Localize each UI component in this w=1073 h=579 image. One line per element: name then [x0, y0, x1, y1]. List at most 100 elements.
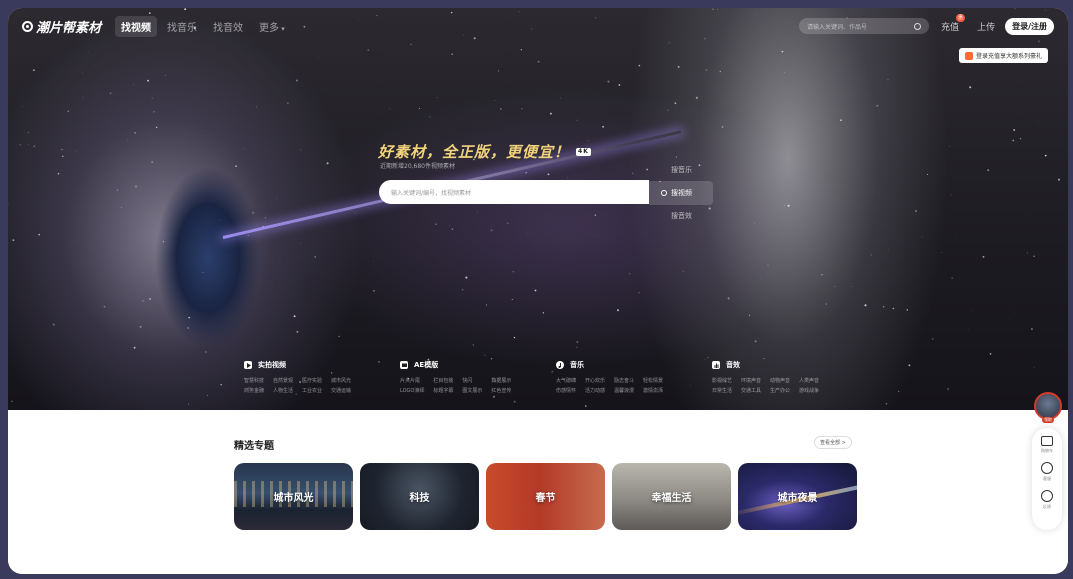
category-title[interactable]: 实拍视频: [244, 360, 400, 370]
login-button[interactable]: 登录/注册: [1005, 17, 1054, 35]
category-link[interactable]: 数据展示: [491, 377, 511, 384]
star: [760, 278, 762, 280]
category-link[interactable]: 激情澎湃: [643, 387, 663, 394]
category-link[interactable]: 标题字幕: [433, 387, 453, 394]
star: [705, 69, 708, 71]
browser-frame: 潮片帮素材 找视频 找音乐 找音效 更多 请输入关键词、作品号 充值 惠 上传 …: [8, 8, 1068, 574]
category-link[interactable]: 智慧科技: [244, 377, 264, 384]
category-link[interactable]: 商务金融: [244, 387, 264, 394]
search-option-music[interactable]: 搜音乐: [649, 159, 713, 181]
headset-icon: [1041, 462, 1053, 474]
category-link[interactable]: 轻松情景: [643, 377, 663, 384]
search-option-video[interactable]: 搜视频: [649, 181, 713, 205]
star: [1026, 252, 1028, 254]
star: [628, 273, 631, 275]
star: [103, 305, 106, 308]
star: [373, 261, 375, 262]
site-logo[interactable]: 潮片帮素材: [22, 17, 101, 36]
category-ae-templates: AE模版 片头片尾 栏目包装 快闪 数据展示 LOGO演绎 标题字幕 图文展示 …: [400, 360, 556, 394]
category-link[interactable]: 城市风光: [331, 377, 351, 384]
star: [537, 60, 540, 63]
category-link[interactable]: 医疗实验: [302, 377, 322, 384]
promo-tooltip[interactable]: 登录充值享大额系列豪礼: [958, 48, 1048, 63]
sound-icon: [712, 361, 720, 369]
star: [244, 148, 245, 150]
star: [547, 173, 550, 176]
float-item-cart[interactable]: 购物车: [1041, 436, 1053, 454]
topic-card-tech[interactable]: 科技: [360, 463, 479, 530]
float-item-feedback[interactable]: 反馈: [1041, 490, 1053, 510]
category-link[interactable]: 活力动感: [585, 387, 605, 394]
star: [300, 149, 302, 151]
tab-find-sfx[interactable]: 找音效: [207, 16, 249, 37]
category-link[interactable]: 伤感情怀: [556, 387, 576, 394]
category-link[interactable]: 人物生活: [273, 387, 293, 394]
category-link[interactable]: 游戏战争: [799, 387, 819, 394]
star: [264, 217, 267, 219]
floating-avatar[interactable]: 领取: [1034, 392, 1062, 423]
star: [155, 126, 158, 129]
category-title[interactable]: AE模版: [400, 360, 556, 370]
view-all-button[interactable]: 查看全部 >: [814, 436, 852, 449]
category-title[interactable]: 音效: [712, 360, 868, 370]
topic-card-spring-festival[interactable]: 春节: [486, 463, 605, 530]
tab-find-music[interactable]: 找音乐: [161, 16, 203, 37]
star: [883, 306, 885, 308]
category-link[interactable]: 图文展示: [462, 387, 482, 394]
topic-card-city-night[interactable]: 城市夜景: [738, 463, 857, 530]
tab-find-video[interactable]: 找视频: [115, 15, 158, 37]
topic-card-city-scenery[interactable]: 城市风光: [234, 463, 353, 530]
category-link[interactable]: 温馨浪漫: [614, 387, 634, 394]
category-link[interactable]: LOGO演绎: [400, 387, 424, 394]
category-link[interactable]: 励志奋斗: [614, 377, 634, 384]
star: [511, 299, 513, 300]
hero-search-input[interactable]: 输入关键词/编号，找视频素材: [379, 180, 649, 204]
category-link[interactable]: 人类声音: [799, 377, 819, 384]
star: [602, 125, 605, 128]
star: [754, 340, 757, 343]
category-link[interactable]: 交通工具: [741, 387, 761, 394]
category-link[interactable]: 影视综艺: [712, 377, 732, 384]
star: [492, 395, 495, 398]
upload-link[interactable]: 上传: [977, 20, 995, 33]
float-item-service[interactable]: 客服: [1041, 462, 1053, 482]
star: [560, 97, 561, 99]
recharge-link[interactable]: 充值 惠: [941, 13, 966, 33]
category-title[interactable]: 音乐: [556, 360, 712, 370]
star: [885, 402, 888, 405]
star: [207, 394, 209, 396]
star: [781, 50, 784, 53]
category-link[interactable]: 日常生活: [712, 387, 732, 394]
star: [270, 201, 272, 203]
star: [300, 242, 302, 244]
top-search-placeholder: 请输入关键词、作品号: [807, 23, 868, 31]
category-link[interactable]: 片头片尾: [400, 377, 424, 384]
category-title-text: 实拍视频: [258, 361, 286, 369]
category-link[interactable]: 自然景观: [273, 377, 293, 384]
category-link[interactable]: 生产办公: [770, 387, 790, 394]
search-icon: [661, 190, 667, 196]
star: [784, 72, 786, 73]
topic-label: 春节: [535, 493, 556, 504]
star: [109, 92, 112, 95]
category-link[interactable]: 大气磅礴: [556, 377, 576, 384]
category-link[interactable]: 交通运输: [331, 387, 351, 394]
category-link[interactable]: 环境声音: [741, 377, 761, 384]
topic-card-happy-life[interactable]: 幸福生活: [612, 463, 731, 530]
featured-section: 精选专题 查看全部 > 城市风光 科技 春节 幸福生活 城市夜景: [8, 410, 1068, 574]
search-icon[interactable]: [914, 22, 922, 30]
star: [151, 97, 153, 99]
top-search-input[interactable]: 请输入关键词、作品号: [799, 18, 930, 34]
tab-more[interactable]: 更多: [253, 16, 291, 37]
category-link[interactable]: 栏目包装: [433, 377, 453, 384]
star: [783, 205, 785, 207]
star: [864, 304, 867, 307]
category-link[interactable]: 动物声音: [770, 377, 790, 384]
category-link[interactable]: 工业农业: [302, 387, 322, 394]
search-option-sfx[interactable]: 搜音效: [649, 205, 713, 227]
category-link[interactable]: 红色宣传: [491, 387, 511, 394]
star: [987, 169, 990, 172]
star: [906, 309, 909, 311]
category-link[interactable]: 开心欢乐: [585, 377, 605, 384]
category-link[interactable]: 快闪: [462, 377, 482, 384]
